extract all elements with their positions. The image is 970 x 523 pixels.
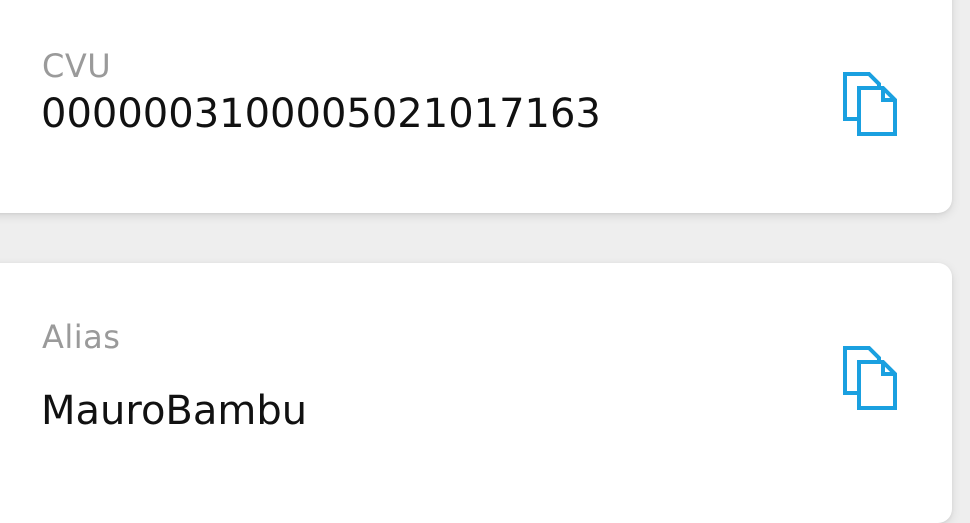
alias-value: MauroBambu [41,388,308,434]
alias-card: Alias MauroBambu [0,263,952,523]
cvu-label: CVU [42,47,112,85]
alias-label: Alias [42,318,121,356]
copy-alias-button[interactable] [842,345,898,411]
copy-cvu-button[interactable] [842,71,898,137]
cvu-card: CVU 0000003100005021017163 [0,0,952,213]
cvu-value: 0000003100005021017163 [41,91,601,137]
copy-icon [842,345,898,411]
copy-icon [842,71,898,137]
